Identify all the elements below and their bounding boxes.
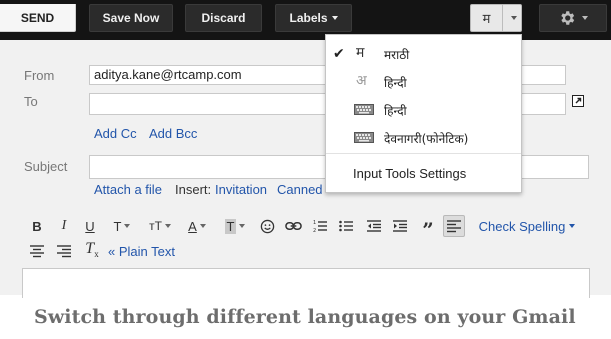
- message-body-editor[interactable]: [22, 268, 590, 298]
- input-tool-char[interactable]: म: [471, 5, 503, 31]
- menu-item-devanagari-phonetic[interactable]: देवनागरी(फोनेटिक): [326, 124, 521, 150]
- menu-item-label: मराठी: [384, 48, 410, 62]
- keyboard-icon: [354, 104, 374, 115]
- save-now-button[interactable]: Save Now: [89, 4, 173, 32]
- check-spelling-button[interactable]: Check Spelling: [477, 216, 577, 236]
- link-icon: [284, 221, 302, 231]
- text-color-button[interactable]: A: [184, 216, 210, 236]
- insert-invitation-link[interactable]: Invitation: [215, 182, 267, 197]
- font-family-button[interactable]: T: [110, 216, 134, 236]
- checkmark-icon: ✔: [333, 45, 345, 61]
- underline-button[interactable]: U: [82, 216, 98, 236]
- input-tools-dropdown-toggle[interactable]: [503, 5, 521, 31]
- chevron-down-icon: [331, 16, 338, 20]
- align-right-icon: [57, 245, 71, 258]
- keyboard-icon: [354, 132, 374, 143]
- bulleted-list-button[interactable]: [338, 216, 354, 236]
- numbered-list-button[interactable]: 12: [312, 216, 328, 236]
- indent-more-button[interactable]: [392, 216, 408, 236]
- labels-button-label: Labels: [289, 11, 328, 25]
- emoticon-button[interactable]: [258, 216, 276, 236]
- indent-less-button[interactable]: [366, 216, 382, 236]
- align-center-icon: [30, 245, 44, 258]
- chevron-down-icon: [569, 224, 576, 228]
- numbered-list-icon: 12: [313, 220, 327, 233]
- hindi-script-icon: अ: [356, 73, 367, 89]
- svg-text:1: 1: [313, 220, 316, 226]
- insert-label: Insert:: [175, 182, 212, 197]
- remove-formatting-icon: Tx: [85, 240, 99, 260]
- menu-item-marathi[interactable]: ✔ म मराठी: [326, 40, 521, 66]
- svg-text:2: 2: [313, 228, 316, 233]
- align-left-icon: [447, 220, 461, 233]
- bold-button[interactable]: B: [29, 216, 45, 236]
- chevron-down-icon: [511, 16, 517, 20]
- indent-less-icon: [367, 220, 381, 232]
- menu-divider: [326, 153, 521, 154]
- menu-item-hindi-transliteration[interactable]: अ हिन्दी: [326, 68, 521, 94]
- align-left-button[interactable]: [443, 215, 465, 237]
- italic-button[interactable]: I: [56, 216, 72, 236]
- quote-icon: ”: [422, 218, 434, 242]
- insert-link-button[interactable]: [283, 216, 303, 236]
- marathi-script-icon: म: [356, 45, 365, 61]
- font-size-button[interactable]: ᴛT: [145, 216, 175, 236]
- input-tools-button[interactable]: म: [470, 4, 522, 32]
- align-center-button[interactable]: [29, 241, 45, 261]
- smiley-icon: [260, 219, 274, 233]
- menu-item-label: हिन्दी: [384, 76, 407, 90]
- menu-item-label: हिन्दी: [384, 104, 407, 118]
- remove-formatting-button[interactable]: Tx: [82, 240, 102, 260]
- indent-more-icon: [393, 220, 407, 232]
- labels-button[interactable]: Labels: [275, 4, 352, 32]
- check-spelling-label: Check Spelling: [478, 218, 566, 234]
- plain-text-link[interactable]: « Plain Text: [108, 241, 182, 261]
- to-label: To: [24, 94, 38, 109]
- settings-button[interactable]: [539, 4, 607, 32]
- bulleted-list-icon: [339, 220, 353, 232]
- send-button[interactable]: SEND: [0, 4, 76, 32]
- subject-label: Subject: [24, 159, 68, 174]
- gear-icon: [561, 11, 575, 25]
- add-bcc-link[interactable]: Add Bcc: [149, 126, 197, 141]
- input-tools-settings-item[interactable]: Input Tools Settings: [353, 166, 466, 181]
- popout-icon[interactable]: [572, 95, 584, 107]
- add-cc-link[interactable]: Add Cc: [94, 126, 137, 141]
- chevron-down-icon: [582, 16, 588, 20]
- menu-item-label: देवनागरी(फोनेटिक): [384, 132, 469, 146]
- attach-file-link[interactable]: Attach a file: [94, 182, 162, 197]
- align-right-button[interactable]: [56, 241, 72, 261]
- from-label: From: [24, 68, 55, 83]
- menu-item-hindi-keyboard[interactable]: हिन्दी: [326, 96, 521, 122]
- input-tools-menu: ✔ म मराठी अ हिन्दी हिन्दी देवनागरी(फोनेट…: [325, 34, 522, 193]
- quote-button[interactable]: ”: [419, 216, 437, 240]
- discard-button[interactable]: Discard: [185, 4, 262, 32]
- insert-canned-link[interactable]: Canned: [277, 182, 323, 197]
- highlight-color-button[interactable]: T: [220, 216, 250, 236]
- caption-text: Switch through different languages on yo…: [34, 306, 576, 328]
